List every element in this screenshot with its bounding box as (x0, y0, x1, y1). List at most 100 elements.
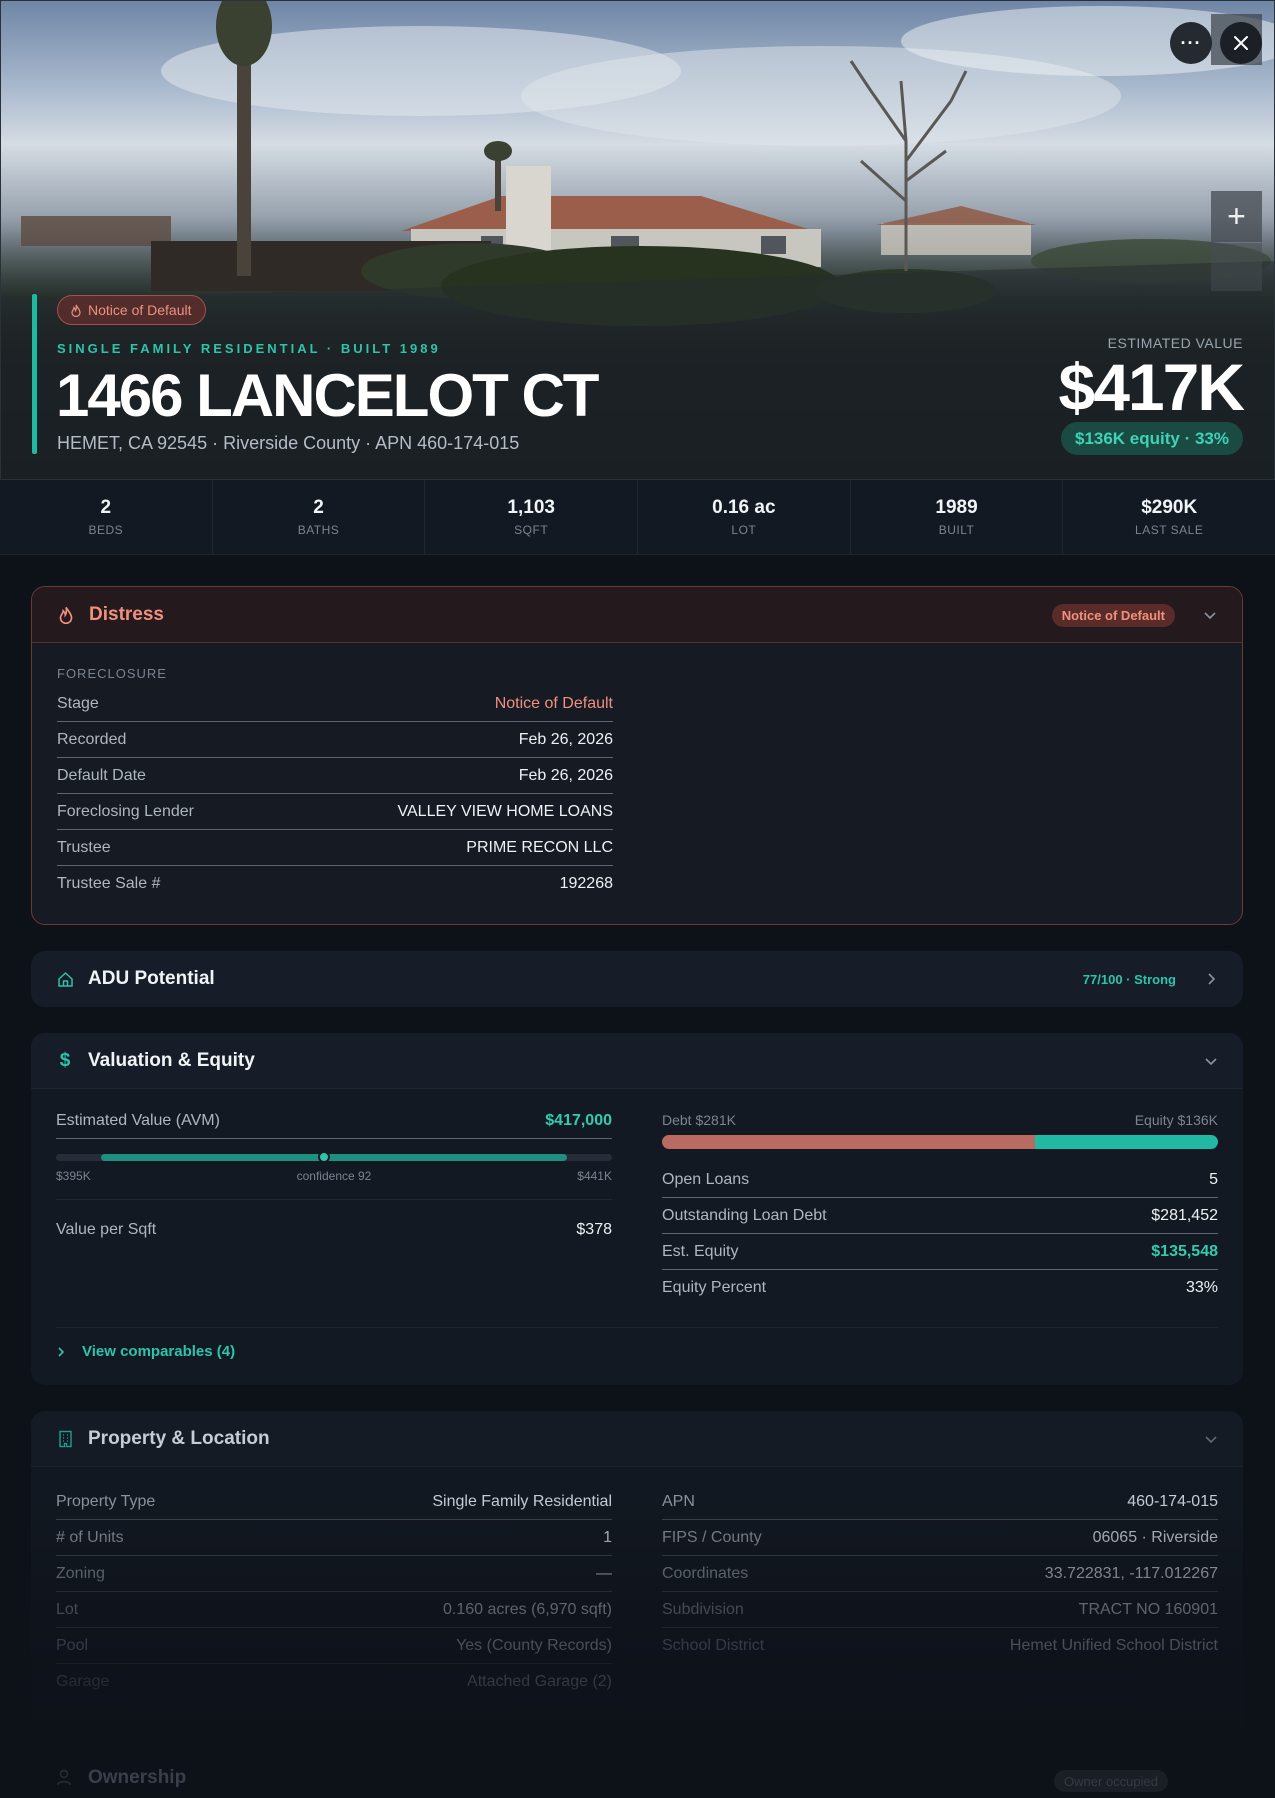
row-value: Yes (County Records) (456, 1636, 612, 1654)
adu-card-title: ADU Potential (88, 968, 215, 989)
debt-equity-bar (662, 1135, 1218, 1149)
property-address: 1466 LANCELOT CT (56, 362, 599, 429)
chevron-right-icon[interactable] (1204, 972, 1218, 986)
stat-baths: 2 BATHS (213, 480, 426, 554)
avm-range-fill (101, 1154, 567, 1161)
row-key: Property Type (56, 1492, 156, 1510)
valuation-equity-card: $ Valuation & Equity Estimated Value (AV… (31, 1033, 1243, 1385)
stat-value: 1989 (935, 497, 978, 518)
distress-card: Distress Notice of Default FORECLOSURE S… (31, 586, 1243, 925)
chevron-down-icon[interactable] (1203, 608, 1217, 622)
close-icon (1234, 36, 1248, 50)
range-low-label: $395K (56, 1169, 91, 1183)
row-key: Trustee (57, 838, 111, 856)
avm-row: Estimated Value (AVM) $417,000 (56, 1103, 612, 1139)
stat-value: 2 (100, 497, 112, 518)
debt-label: Debt $281K (662, 1112, 736, 1128)
row-key: APN (662, 1492, 695, 1510)
row-key: Trustee Sale # (57, 875, 161, 892)
row-key: Subdivision (662, 1600, 744, 1618)
row-key: Garage (56, 1673, 110, 1690)
property-row: Zoning — (56, 1556, 612, 1592)
zoom-out-button[interactable] (1211, 243, 1262, 291)
row-key: # of Units (56, 1528, 124, 1546)
row-value: $378 (576, 1221, 612, 1238)
chevron-down-icon[interactable] (1204, 1054, 1218, 1068)
hero-accent-bar (32, 294, 37, 454)
row-value: TRACT NO 160901 (1078, 1600, 1218, 1618)
view-comparables-link[interactable]: View comparables (4) (56, 1343, 235, 1360)
row-key: Est. Equity (662, 1242, 739, 1260)
ownership-card-title: Ownership (88, 1766, 187, 1788)
loan-details: Open Loans 5 Outstanding Loan Debt $281,… (662, 1162, 1218, 1306)
row-value: Notice of Default (494, 694, 613, 712)
foreclosure-row-trustee-sale: Trustee Sale # 192268 (57, 866, 613, 902)
property-type-eyebrow: SINGLE FAMILY RESIDENTIAL · BUILT 1989 (57, 341, 441, 356)
home-icon (56, 970, 74, 988)
valuation-card-header[interactable]: $ Valuation & Equity (31, 1033, 1243, 1089)
stat-sqft: 1,103 SQFT (425, 480, 639, 554)
row-key: Open Loans (662, 1170, 750, 1188)
adu-potential-card[interactable]: ADU Potential 77/100 · Strong (31, 951, 1243, 1007)
adu-score: 77/100 · Strong (1082, 971, 1176, 987)
equity-segment (1034, 1135, 1218, 1149)
row-value: 1 (603, 1528, 612, 1546)
row-key: Lot (56, 1600, 79, 1618)
row-key: FIPS / County (662, 1528, 762, 1546)
row-value: 5 (1209, 1170, 1218, 1188)
more-options-button[interactable]: ··· (1170, 22, 1212, 64)
row-value: Hemet Unified School District (1009, 1637, 1218, 1654)
adu-card-header[interactable]: ADU Potential 77/100 · Strong (31, 951, 1243, 1007)
ownership-card-header[interactable]: Ownership Owner occupied (31, 1757, 1243, 1798)
property-row: # of Units 1 (56, 1520, 612, 1556)
distress-stage-badge: Notice of Default (1051, 603, 1175, 627)
close-button[interactable] (1220, 22, 1262, 64)
row-value: Single Family Residential (432, 1492, 612, 1510)
stat-value: 0.16 ac (712, 497, 776, 518)
stat-lot: 0.16 ac LOT (638, 480, 851, 554)
row-key: Recorded (57, 730, 127, 748)
stat-value: 1,103 (507, 497, 555, 518)
property-row: Lot 0.160 acres (6,970 sqft) (56, 1592, 612, 1628)
avm-range-marker (317, 1151, 330, 1163)
ppsf-row: Value per Sqft $378 (56, 1212, 612, 1248)
property-row: Property Type Single Family Residential (56, 1484, 612, 1520)
avm-range-track (56, 1151, 612, 1163)
property-row: School District Hemet Unified School Dis… (662, 1628, 1218, 1664)
property-row: FIPS / County 06065 · Riverside (662, 1520, 1218, 1556)
row-key: Estimated Value (AVM) (56, 1111, 220, 1129)
distress-card-header[interactable]: Distress Notice of Default (32, 587, 1242, 643)
row-key: Coordinates (662, 1564, 749, 1582)
distress-status-badge: Notice of Default (57, 295, 206, 325)
row-key: School District (662, 1637, 765, 1654)
row-key: Value per Sqft (56, 1221, 157, 1238)
property-details-right: APN 460-174-015 FIPS / County 06065 · Ri… (662, 1484, 1218, 1664)
view-comparables-label: View comparables (4) (82, 1343, 236, 1360)
row-key: Outstanding Loan Debt (662, 1206, 827, 1224)
stat-built: 1989 BUILT (851, 480, 1064, 554)
property-hero: ··· + Notice of Default SINGLE FAMILY RE… (0, 0, 1275, 480)
foreclosure-row-recorded: Recorded Feb 26, 2026 (57, 722, 613, 758)
row-value: Attached Garage (2) (467, 1673, 612, 1690)
stat-label: LAST SALE (1135, 523, 1204, 537)
row-value: 33.722831, -117.012267 (1044, 1564, 1218, 1582)
stat-last-sale: $290K LAST SALE (1063, 480, 1275, 554)
zoom-in-button[interactable]: + (1211, 191, 1262, 242)
chevron-down-icon[interactable] (1204, 1432, 1218, 1446)
stat-label: BATHS (297, 523, 340, 537)
property-row: APN 460-174-015 (662, 1484, 1218, 1520)
stat-label: BEDS (88, 523, 124, 537)
property-details-left: Property Type Single Family Residential … (56, 1484, 612, 1700)
row-value: Feb 26, 2026 (518, 730, 613, 748)
debt-equity-labels: Debt $281K Equity $136K (662, 1112, 1218, 1128)
property-card-header[interactable]: Property & Location (31, 1411, 1243, 1467)
ellipsis-icon: ··· (1180, 32, 1202, 53)
foreclosure-section-label: FORECLOSURE (57, 666, 167, 681)
row-value: 460-174-015 (1127, 1492, 1218, 1510)
property-card-title: Property & Location (88, 1427, 270, 1449)
foreclosure-row-default-date: Default Date Feb 26, 2026 (57, 758, 613, 794)
row-value: 192268 (559, 875, 613, 892)
loan-row-equity: Est. Equity $135,548 (662, 1234, 1218, 1270)
row-value: 06065 · Riverside (1092, 1528, 1218, 1546)
stat-value: 2 (313, 497, 324, 518)
